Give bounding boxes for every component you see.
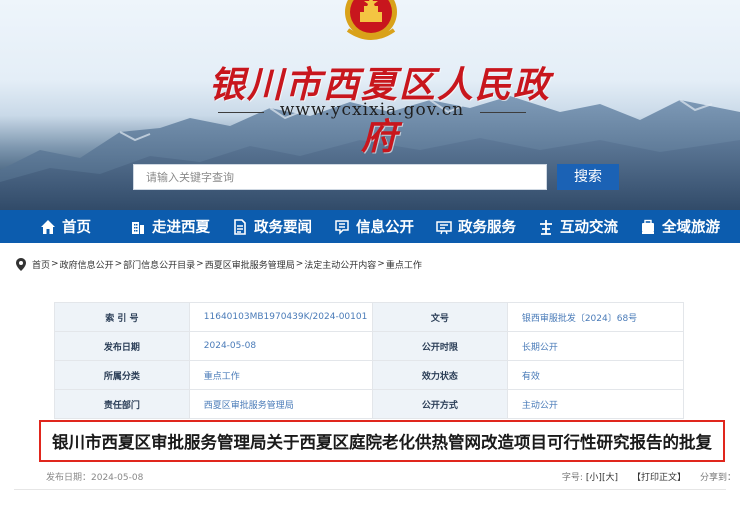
interaction-icon xyxy=(540,219,552,235)
nav-item-about[interactable]: 走进西夏 xyxy=(130,210,210,243)
nav-item-label: 政务服务 xyxy=(458,220,516,236)
pub-date-label: 发布日期 xyxy=(54,331,190,361)
table-row: 责任部门 西夏区审批服务管理局 公开方式 主动公开 xyxy=(54,389,685,419)
location-pin-icon xyxy=(16,257,26,271)
nav-item-label: 走进西夏 xyxy=(152,220,210,236)
site-url: www.ycxixia.gov.cn xyxy=(279,100,465,120)
font-small-link[interactable]: [小] xyxy=(586,470,602,483)
nav-item-interaction[interactable]: 互动交流 xyxy=(538,210,618,243)
breadcrumb-separator: > xyxy=(377,259,385,269)
breadcrumb-dept[interactable]: 西夏区审批服务管理局 xyxy=(205,258,295,271)
breadcrumb-current[interactable]: 重点工作 xyxy=(386,258,422,271)
method-label: 公开方式 xyxy=(372,389,508,419)
validity-value: 有效 xyxy=(506,360,685,390)
title-divider-right xyxy=(480,112,526,113)
document-icon xyxy=(234,218,246,235)
doc-no-label: 文号 xyxy=(372,302,508,332)
nav-item-tourism[interactable]: 全域旅游 xyxy=(640,210,720,243)
nav-item-services[interactable]: 政务服务 xyxy=(436,210,516,243)
print-link[interactable]: 【打印正文】 xyxy=(632,470,686,483)
breadcrumb-separator: > xyxy=(196,259,204,269)
validity-label: 效力状态 xyxy=(372,360,508,390)
share-label: 分享到： xyxy=(699,473,736,483)
breadcrumb: 首页 > 政府信息公开 > 部门信息公开目录 > 西夏区审批服务管理局 > 法定主动公开… xyxy=(16,256,422,272)
home-icon xyxy=(41,219,55,234)
article-title-highlight: 银川市西夏区审批服务管理局关于西夏区庭院老化供热管网改造项目可行性研究报告的批复 xyxy=(39,420,725,462)
nav-item-label: 政务要闻 xyxy=(254,220,312,236)
nav-item-label: 互动交流 xyxy=(560,220,618,236)
breadcrumb-statutory[interactable]: 法定主动公开内容 xyxy=(304,258,376,271)
method-value: 主动公开 xyxy=(506,389,685,419)
search-input[interactable] xyxy=(133,164,547,190)
national-emblem-icon xyxy=(345,0,397,40)
nav-item-disclosure[interactable]: 信息公开 xyxy=(334,210,414,243)
title-divider-left xyxy=(218,112,264,113)
document-info-table: 索 引 号 11640103MB1970439K/2024-00101 文号 银… xyxy=(54,302,685,419)
index-value: 11640103MB1970439K/2024-00101 xyxy=(188,302,374,332)
breadcrumb-home[interactable]: 首页 xyxy=(32,258,50,271)
divider xyxy=(14,489,726,490)
nav-item-label: 全域旅游 xyxy=(662,220,720,236)
search-button[interactable]: 搜索 xyxy=(557,164,619,190)
breadcrumb-separator: > xyxy=(51,259,59,269)
font-size-label: 字号: xyxy=(561,473,583,483)
article-date: 发布日期：2024-05-08 xyxy=(46,473,144,483)
nav-item-home[interactable]: 首页 xyxy=(40,210,91,243)
tourism-icon xyxy=(642,219,654,234)
pub-date-value: 2024-05-08 xyxy=(188,331,374,361)
disclosure-label: 公开时限 xyxy=(372,331,508,361)
nav-item-label: 信息公开 xyxy=(356,220,414,236)
header-banner: 银川市西夏区人民政府 www.ycxixia.gov.cn 搜索 xyxy=(0,0,740,210)
table-row: 所属分类 重点工作 效力状态 有效 xyxy=(54,360,685,390)
doc-no-value: 银西审服批发〔2024〕68号 xyxy=(506,302,685,332)
table-row: 索 引 号 11640103MB1970439K/2024-00101 文号 银… xyxy=(54,302,685,332)
index-label: 索 引 号 xyxy=(54,302,190,332)
main-nav: 首页 走进西夏 政务要闻 信息公开 政务服务 互动交流 全域旅游 xyxy=(0,210,740,243)
dept-label: 责任部门 xyxy=(54,389,190,419)
article-tools: 字号: [小] [大] 【打印正文】 分享到： xyxy=(562,470,736,483)
dept-value: 西夏区审批服务管理局 xyxy=(188,389,374,419)
nav-item-news[interactable]: 政务要闻 xyxy=(232,210,312,243)
breadcrumb-dept-catalog[interactable]: 部门信息公开目录 xyxy=(123,258,195,271)
info-icon xyxy=(335,219,349,235)
breadcrumb-separator: > xyxy=(114,259,123,269)
service-icon xyxy=(436,220,452,234)
breadcrumb-separator: > xyxy=(295,259,304,269)
building-icon xyxy=(132,221,144,234)
disclosure-value: 长期公开 xyxy=(506,331,685,361)
font-large-link[interactable]: [大] xyxy=(602,470,618,483)
category-value: 重点工作 xyxy=(188,360,374,390)
article-title: 银川市西夏区审批服务管理局关于西夏区庭院老化供热管网改造项目可行性研究报告的批复 xyxy=(52,433,712,452)
table-row: 发布日期 2024-05-08 公开时限 长期公开 xyxy=(54,331,685,361)
breadcrumb-disclosure[interactable]: 政府信息公开 xyxy=(60,258,114,271)
nav-item-label: 首页 xyxy=(62,220,91,236)
category-label: 所属分类 xyxy=(54,360,190,390)
